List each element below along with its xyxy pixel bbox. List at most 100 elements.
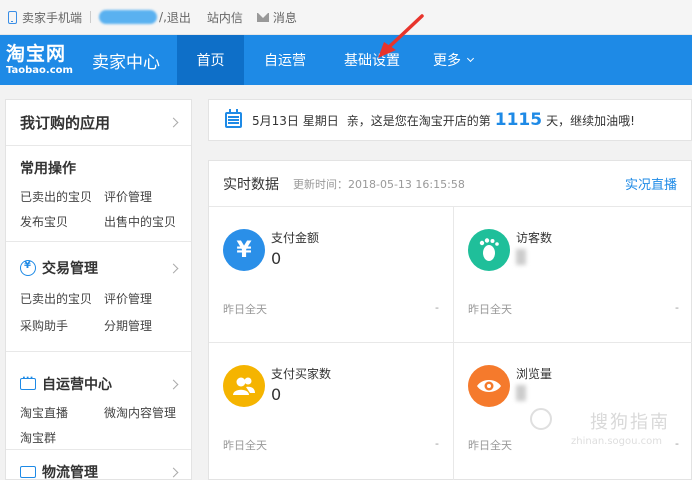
footprint-glyph	[479, 238, 499, 261]
metric-value-redacted	[516, 385, 526, 401]
sidebar: 我订购的应用 常用操作 已卖出的宝贝 评价管理 发布宝贝 出售中的宝贝 交易管理…	[5, 99, 192, 480]
metric-value: 0	[271, 249, 282, 268]
logistics-section: 物流管理	[6, 450, 191, 480]
chat-icon	[20, 373, 36, 390]
self-operation-center-title: 自运营中心	[42, 377, 112, 393]
nav-item-home[interactable]: 首页	[177, 35, 244, 85]
logo-en: Taobao.com	[6, 64, 73, 76]
station-mail-link[interactable]: 站内信	[207, 9, 243, 26]
self-operation-center-title-wrap: 自运营中心	[20, 373, 112, 394]
footer-value: -	[435, 301, 439, 314]
self-operation-center-section: 自运营中心 淘宝直播 微淘内容管理 淘宝群	[6, 352, 191, 450]
subscribed-apps-header[interactable]: 我订购的应用	[6, 100, 191, 146]
trade-management-header[interactable]: 交易管理	[20, 258, 179, 278]
metric-footer: 昨日全天 -	[223, 437, 439, 453]
link-review-management[interactable]: 评价管理	[104, 188, 177, 205]
redacted-username	[99, 10, 158, 24]
nav-item-label: 自运营	[264, 53, 306, 69]
footer-label: 昨日全天	[468, 439, 512, 452]
sogou-logo-icon	[530, 408, 552, 430]
banner-date: 5月13日 星期日	[252, 113, 339, 128]
common-operations-section: 常用操作 已卖出的宝贝 评价管理 发布宝贝 出售中的宝贝	[6, 146, 191, 242]
footer-label: 昨日全天	[223, 439, 267, 452]
update-time: 更新时间：2018-05-13 16:15:58	[293, 177, 465, 191]
link-weitao-content[interactable]: 微淘内容管理	[104, 404, 177, 421]
link-items-on-sale[interactable]: 出售中的宝贝	[104, 213, 177, 230]
footprint-icon	[468, 229, 510, 271]
nav-item-basic-settings[interactable]: 基础设置	[326, 35, 418, 85]
divider	[90, 11, 92, 23]
banner-prefix: 亲，这是您在淘宝开店的第	[346, 113, 491, 128]
chevron-right-icon	[168, 263, 179, 273]
self-operation-center-header[interactable]: 自运营中心	[20, 373, 179, 394]
metric-card-paying-buyers[interactable]: 支付买家数 0 昨日全天 -	[209, 343, 454, 480]
chevron-right-icon	[168, 467, 179, 477]
users-icon	[223, 365, 265, 407]
seller-mobile-link[interactable]: 卖家手机端	[22, 9, 82, 26]
metric-footer: 昨日全天 -	[223, 301, 439, 317]
mobile-phone-icon	[8, 10, 17, 24]
chevron-down-icon	[466, 54, 475, 62]
seller-center-title[interactable]: 卖家中心	[92, 48, 177, 73]
trade-icon	[20, 260, 36, 276]
trade-management-title-wrap: 交易管理	[20, 258, 98, 278]
subscribed-apps-title: 我订购的应用	[20, 114, 111, 132]
metric-value: 0	[271, 385, 282, 404]
footer-label: 昨日全天	[468, 303, 512, 316]
eye-glyph	[477, 380, 501, 392]
logistics-header[interactable]: 物流管理	[20, 462, 179, 480]
live-broadcast-link[interactable]: 实况直播	[625, 174, 677, 193]
metric-label: 访客数	[516, 231, 553, 245]
nav-item-label: 更多	[433, 53, 461, 69]
eye-icon	[468, 365, 510, 407]
watermark-url: zhinan.sogou.com	[570, 436, 662, 447]
shop-days-banner: 5月13日 星期日 亲，这是您在淘宝开店的第 1115 天，继续加油哦!	[208, 99, 692, 141]
metric-card-visitors[interactable]: 访客数 昨日全天 -	[454, 207, 692, 343]
logistics-title-wrap: 物流管理	[20, 462, 98, 480]
common-operations-links: 已卖出的宝贝 评价管理 发布宝贝 出售中的宝贝	[20, 188, 177, 230]
link-taobao-live[interactable]: 淘宝直播	[20, 404, 104, 421]
metric-label: 支付金额	[271, 231, 320, 245]
trade-management-links: 已卖出的宝贝 评价管理 采购助手 分期管理	[20, 290, 177, 334]
link-sold-items[interactable]: 已卖出的宝贝	[20, 188, 104, 205]
logo-cn: 淘宝网	[6, 42, 67, 65]
top-utility-bar: 卖家手机端 / , 退出 站内信 消息	[0, 0, 692, 35]
common-operations-title: 常用操作	[20, 161, 76, 177]
nav-item-self-operation[interactable]: 自运营	[244, 35, 326, 85]
messages-link[interactable]: 消息	[273, 9, 297, 26]
logout-link[interactable]: 退出	[167, 9, 191, 26]
metric-card-payment-amount[interactable]: ¥ 支付金额 0 昨日全天 -	[209, 207, 454, 343]
yen-icon: ¥	[223, 229, 265, 271]
nav-item-more[interactable]: 更多	[418, 35, 488, 85]
link-publish-item[interactable]: 发布宝贝	[20, 213, 104, 230]
link-taobao-group[interactable]: 淘宝群	[20, 429, 104, 446]
metric-footer: 昨日全天 -	[468, 301, 679, 317]
metric-label: 支付买家数	[271, 367, 332, 381]
logistics-title: 物流管理	[42, 465, 98, 480]
chevron-right-icon	[168, 117, 179, 128]
calendar-icon	[225, 109, 242, 128]
realtime-header: 实时数据 更新时间：2018-05-13 16:15:58 实况直播	[209, 161, 691, 207]
footer-value: -	[675, 301, 679, 314]
metric-label: 浏览量	[516, 367, 553, 381]
chevron-right-icon	[168, 379, 179, 389]
link-sold-items[interactable]: 已卖出的宝贝	[20, 290, 104, 307]
link-purchase-assistant[interactable]: 采购助手	[20, 317, 104, 334]
link-review-management[interactable]: 评价管理	[104, 290, 177, 307]
users-glyph	[233, 377, 255, 395]
watermark-text: 搜狗指南	[590, 412, 670, 433]
nav-item-label: 首页	[196, 53, 225, 69]
truck-icon	[20, 466, 36, 478]
shop-days-count: 1115	[494, 110, 543, 130]
trade-management-title: 交易管理	[42, 261, 98, 277]
link-installment-management[interactable]: 分期管理	[104, 317, 177, 334]
self-operation-links: 淘宝直播 微淘内容管理 淘宝群	[20, 404, 177, 446]
main-nav: 淘宝网 Taobao.com 卖家中心 首页 自运营 基础设置 更多	[0, 35, 692, 85]
trade-management-section: 交易管理 已卖出的宝贝 评价管理 采购助手 分期管理	[6, 242, 191, 352]
taobao-logo[interactable]: 淘宝网 Taobao.com	[6, 42, 88, 76]
banner-suffix: 天，继续加油哦!	[546, 113, 635, 128]
footer-value: -	[675, 437, 679, 450]
realtime-title: 实时数据	[223, 176, 279, 193]
mail-icon	[256, 12, 269, 22]
metric-value-redacted	[516, 249, 526, 265]
